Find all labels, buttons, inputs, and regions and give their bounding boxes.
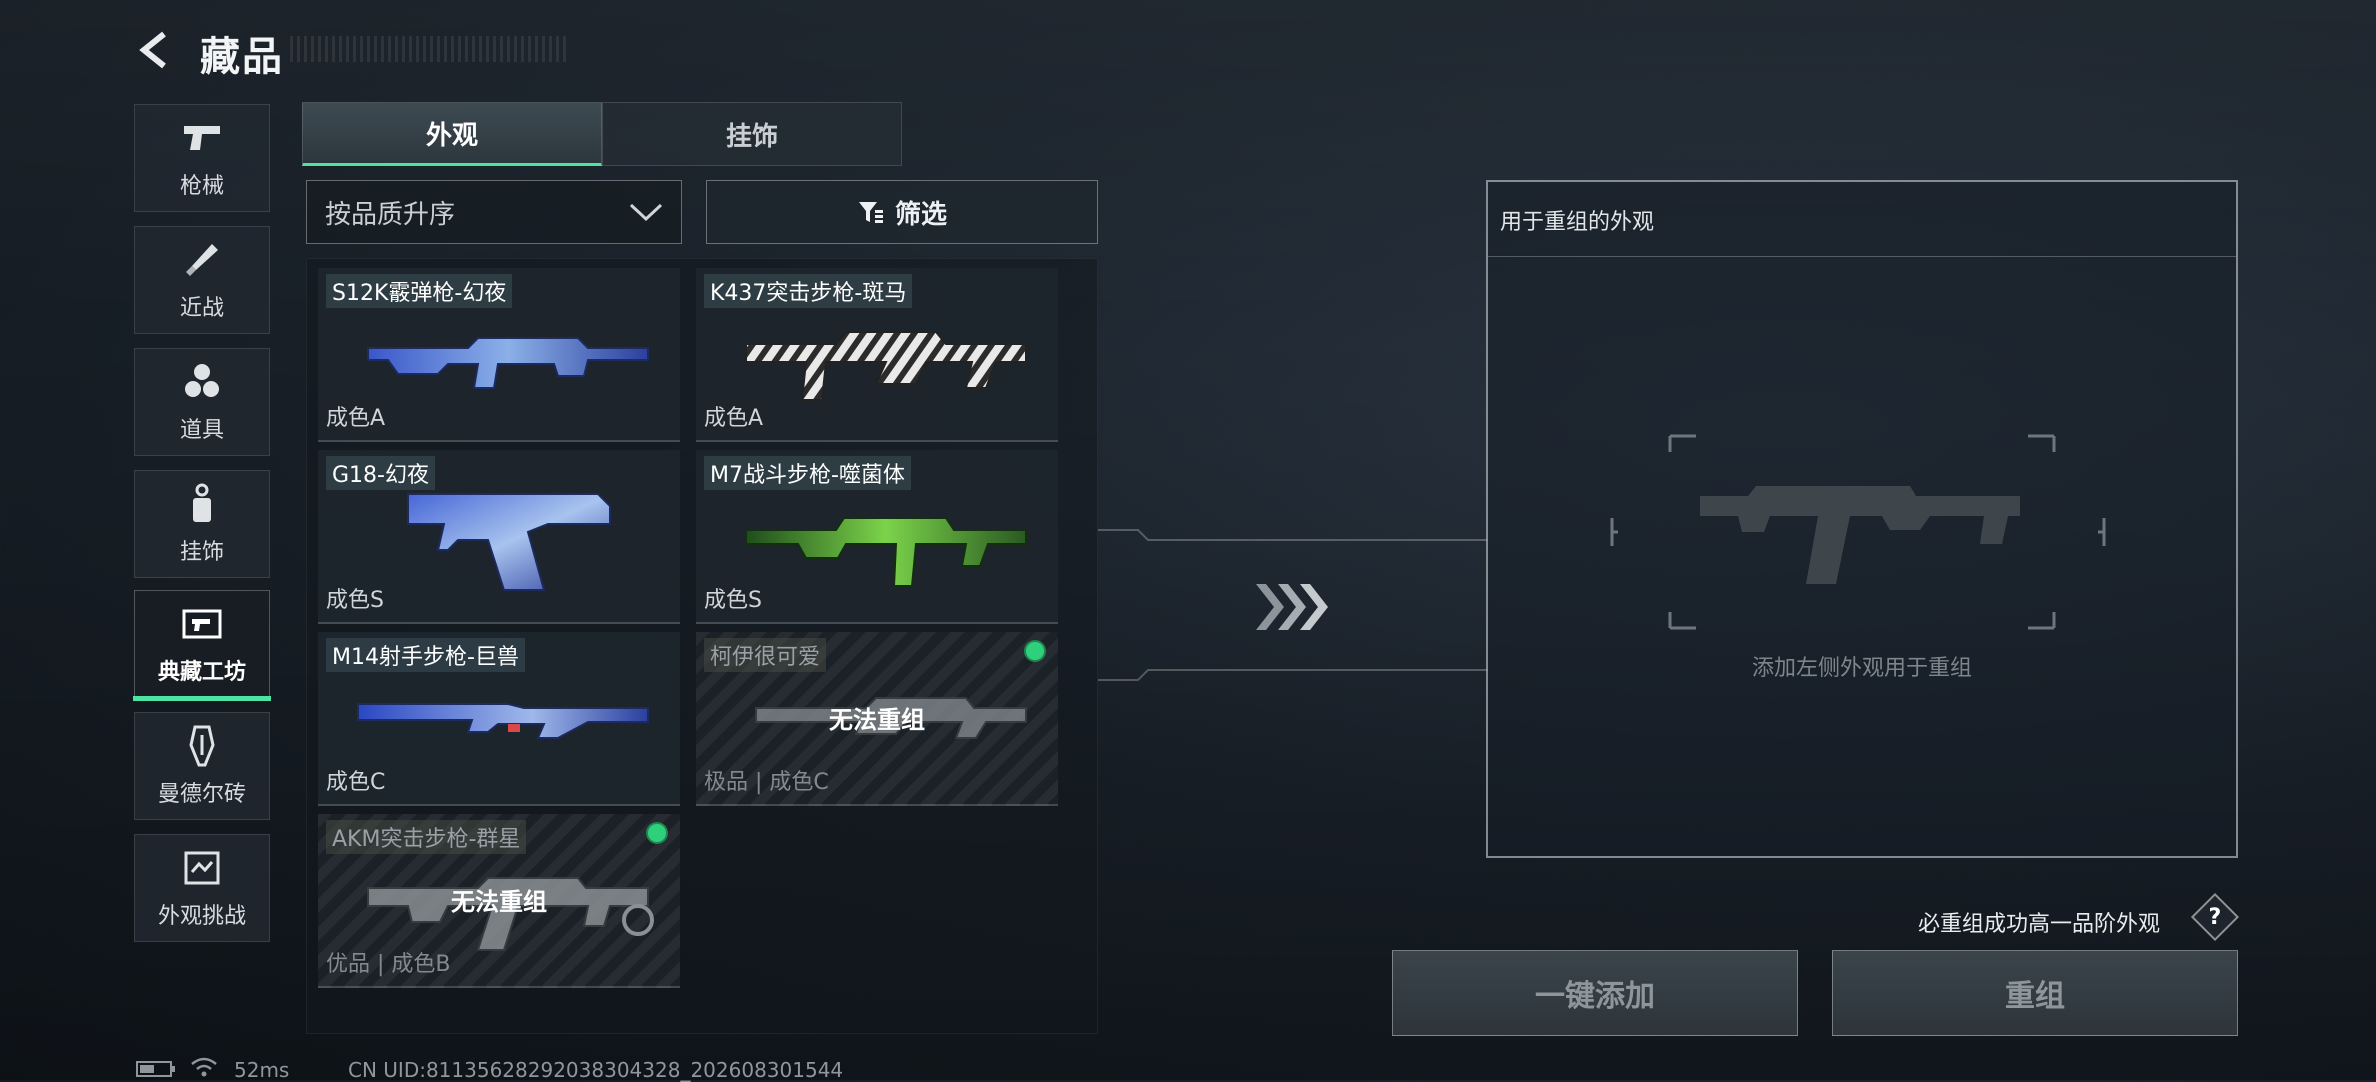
sort-value: 按品质升序	[325, 199, 456, 230]
add-all-button[interactable]: 一键添加	[1392, 950, 1798, 1036]
recombine-label: 重组	[2005, 979, 2065, 1014]
sidebar-item-label: 挂饰	[179, 540, 224, 565]
sort-dropdown[interactable]: 按品质升序	[306, 180, 682, 244]
knife-icon	[180, 238, 224, 282]
skin-name: G18-幻夜	[326, 456, 435, 490]
recombine-button[interactable]: 重组	[1832, 950, 2238, 1036]
title-decoration	[290, 36, 566, 62]
skin-grade: 成色C	[326, 770, 386, 795]
workshop-icon	[180, 602, 224, 646]
skin-grade: 极品 | 成色C	[704, 770, 829, 795]
empty-slot-placeholder[interactable]	[1610, 434, 2114, 630]
back-arrow-icon	[139, 31, 166, 69]
skin-name: 柯伊很可爱	[704, 638, 827, 672]
back-button[interactable]	[132, 26, 180, 74]
cannot-recombine-label: 无法重组	[829, 706, 925, 734]
sidebar-item-skin-challenge[interactable]: 外观挑战	[134, 834, 270, 942]
skin-name: M14射手步枪-巨兽	[326, 638, 525, 672]
add-all-label: 一键添加	[1535, 979, 1655, 1014]
rifle-zebra-image	[745, 331, 1027, 401]
skin-grade: 优品 | 成色B	[326, 952, 451, 977]
uid-text: CN UID:8113562829203830432​8_20260830154…	[348, 1058, 844, 1082]
chevron-right-arrows-icon	[1256, 584, 1328, 630]
skin-card-locked[interactable]: AKM突击步枪-群星 无法重组 优品 | 成色B	[318, 814, 680, 988]
skin-name: S12K霰弹枪-幻夜	[326, 274, 513, 308]
guarantee-text: 必重组成功高一品阶外观	[1918, 912, 2161, 937]
filter-label: 筛选	[894, 199, 947, 230]
chevron-down-icon	[629, 203, 663, 222]
skin-name: K437突击步枪-斑马	[704, 274, 913, 308]
skin-name: AKM突击步枪-群星	[326, 820, 527, 854]
battery-icon	[136, 1061, 175, 1077]
rifle-green-bio-image	[745, 517, 1027, 587]
status-dot	[646, 822, 668, 844]
pistol-icon	[180, 116, 224, 160]
cannot-recombine-label: 无法重组	[451, 888, 547, 916]
tab-charms[interactable]: 挂饰	[602, 102, 902, 166]
skin-card-locked[interactable]: 柯伊很可爱 无法重组 极品 | 成色C	[696, 632, 1058, 806]
skin-grade: 成色S	[326, 588, 384, 613]
pistol-blue-swirl-image	[407, 493, 611, 591]
page-title: 藏品	[200, 34, 284, 80]
tab-label: 外观	[425, 120, 478, 151]
sidebar-item-items[interactable]: 道具	[134, 348, 270, 456]
shotgun-blue-swirl-image	[367, 337, 649, 389]
sidebar-item-guns[interactable]: 枪械	[134, 104, 270, 212]
ping-text: 52ms	[234, 1058, 290, 1082]
brick-icon	[180, 724, 224, 768]
tab-label: 挂饰	[725, 121, 778, 152]
skin-grade: 成色A	[704, 406, 764, 431]
charm-icon	[180, 482, 224, 526]
sidebar-item-workshop[interactable]: 典藏工坊	[133, 590, 271, 701]
sidebar-item-label: 曼德尔砖	[157, 782, 246, 807]
sidebar-item-label: 道具	[179, 418, 224, 443]
sidebar-item-melee[interactable]: 近战	[134, 226, 270, 334]
challenge-icon	[180, 846, 224, 890]
wifi-icon	[191, 1057, 217, 1077]
sidebar-item-label: 典藏工坊	[157, 660, 246, 685]
filter-button[interactable]: 筛选	[706, 180, 1098, 244]
sidebar-item-label: 近战	[179, 296, 224, 321]
sidebar-item-charms[interactable]: 挂饰	[134, 470, 270, 578]
sidebar-item-mandel-brick[interactable]: 曼德尔砖	[134, 712, 270, 820]
skin-grade: 成色A	[326, 406, 386, 431]
marksman-rifle-blue-image	[357, 703, 649, 739]
divider	[1488, 256, 2236, 257]
skin-card[interactable]: M14射手步枪-巨兽 成色C	[318, 632, 680, 806]
recombine-panel-title: 用于重组的外观	[1500, 210, 1655, 235]
status-dot	[1024, 640, 1046, 662]
tab-appearance[interactable]: 外观	[302, 102, 602, 166]
sidebar-item-label: 枪械	[179, 174, 224, 199]
skin-card[interactable]: M7战斗步枪-噬菌体 成色S	[696, 450, 1058, 624]
skin-card[interactable]: G18-幻夜 成色S	[318, 450, 680, 624]
grenades-icon	[180, 360, 224, 404]
question-icon: ?	[2208, 904, 2222, 930]
skin-grade: 成色S	[704, 588, 762, 613]
filter-icon	[858, 202, 883, 223]
skin-card[interactable]: S12K霰弹枪-幻夜 成色A	[318, 268, 680, 442]
skin-card[interactable]: K437突击步枪-斑马 成色A	[696, 268, 1058, 442]
skin-name: M7战斗步枪-噬菌体	[704, 456, 911, 490]
recombine-hint: 添加左侧外观用于重组	[1751, 656, 1972, 681]
sidebar-item-label: 外观挑战	[157, 904, 246, 929]
